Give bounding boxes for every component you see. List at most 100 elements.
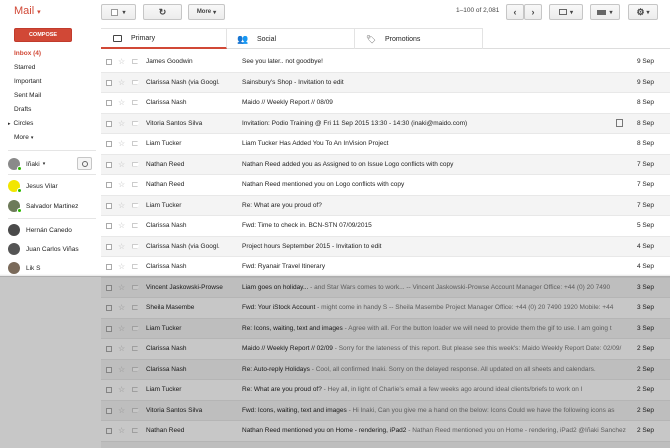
chat-contact[interactable]: Hernán Canedo bbox=[8, 220, 98, 240]
important-marker-icon[interactable] bbox=[132, 223, 139, 228]
star-icon[interactable]: ☆ bbox=[118, 406, 125, 415]
row-checkbox[interactable] bbox=[106, 161, 112, 168]
select-all-button[interactable]: ▾ bbox=[101, 4, 136, 20]
important-marker-icon[interactable] bbox=[132, 264, 139, 269]
email-row[interactable]: ☆ Sheila Masembe Fwd: Your iStock Account … bbox=[101, 298, 670, 319]
star-icon[interactable]: ☆ bbox=[118, 139, 125, 148]
email-row[interactable]: ☆ Vitoria Santos Silva Invitation: Podio T… bbox=[101, 113, 670, 134]
row-checkbox[interactable] bbox=[106, 264, 112, 270]
tab-primary[interactable]: Primary bbox=[101, 28, 227, 49]
star-icon[interactable]: ☆ bbox=[118, 283, 125, 292]
star-icon[interactable]: ☆ bbox=[118, 160, 125, 169]
star-icon[interactable]: ☆ bbox=[118, 78, 125, 87]
important-marker-icon[interactable] bbox=[132, 366, 139, 372]
important-marker-icon[interactable] bbox=[132, 120, 139, 126]
email-row[interactable]: ☆ Liam Tucker Liam Tucker Has Added You To… bbox=[101, 134, 670, 155]
row-checkbox[interactable] bbox=[106, 100, 112, 106]
email-row[interactable]: ☆ Nathan Reed Nathan Reed mentioned you on… bbox=[101, 421, 670, 442]
row-checkbox[interactable] bbox=[106, 243, 112, 250]
important-marker-icon[interactable] bbox=[132, 387, 139, 392]
email-row[interactable]: ☆ James Goodwin See you later.. not goodby… bbox=[101, 52, 670, 73]
row-checkbox[interactable] bbox=[106, 59, 112, 65]
star-icon[interactable]: ☆ bbox=[118, 324, 125, 333]
important-marker-icon[interactable] bbox=[132, 141, 139, 146]
star-icon[interactable]: ☆ bbox=[118, 57, 125, 66]
important-marker-icon[interactable] bbox=[132, 182, 139, 187]
row-checkbox[interactable] bbox=[106, 346, 112, 352]
row-checkbox[interactable] bbox=[106, 120, 112, 127]
important-marker-icon[interactable] bbox=[132, 305, 139, 310]
email-row[interactable]: ☆ Clarissa Nash Fwd: Time to check in. BCN… bbox=[101, 216, 670, 237]
star-icon[interactable]: ☆ bbox=[118, 221, 125, 230]
chat-search-button[interactable] bbox=[77, 157, 92, 170]
settings-button[interactable]: ⚙ ▾ bbox=[628, 4, 658, 20]
sidebar-item-inbox[interactable]: Inbox (4) bbox=[0, 47, 96, 60]
star-icon[interactable]: ☆ bbox=[118, 365, 125, 374]
row-checkbox[interactable] bbox=[106, 387, 112, 393]
star-icon[interactable]: ☆ bbox=[118, 385, 125, 394]
email-row[interactable]: ☆Liam TuckerRe: Barcelona trip!! - All s… bbox=[101, 441, 670, 448]
email-row[interactable]: ☆ Liam Tucker Re: What are you proud of? -… bbox=[101, 380, 670, 401]
important-marker-icon[interactable] bbox=[132, 407, 139, 413]
star-icon[interactable]: ☆ bbox=[118, 180, 125, 189]
chat-contact[interactable]: Juan Carlos Viñas bbox=[8, 239, 98, 259]
app-brand[interactable]: Mail ▾ bbox=[14, 5, 41, 17]
split-pane-button[interactable]: ▾ bbox=[549, 4, 583, 20]
next-page-button[interactable]: › bbox=[524, 4, 542, 20]
row-checkbox[interactable] bbox=[106, 141, 112, 147]
row-checkbox[interactable] bbox=[106, 428, 112, 434]
important-marker-icon[interactable] bbox=[132, 346, 139, 351]
important-marker-icon[interactable] bbox=[132, 243, 139, 249]
row-checkbox[interactable] bbox=[106, 223, 112, 229]
email-row[interactable]: ☆ Liam Tucker Re: Icons, waiting, text and… bbox=[101, 318, 670, 339]
important-marker-icon[interactable] bbox=[132, 202, 139, 208]
email-row[interactable]: ☆ Clarissa Nash (via Googl. Project hours … bbox=[101, 236, 670, 257]
star-icon[interactable]: ☆ bbox=[118, 119, 125, 128]
star-icon[interactable]: ☆ bbox=[118, 344, 125, 353]
important-marker-icon[interactable] bbox=[132, 100, 139, 105]
sidebar-item-sent-mail[interactable]: Sent Mail bbox=[0, 89, 96, 102]
star-icon[interactable]: ☆ bbox=[118, 201, 125, 210]
row-checkbox[interactable] bbox=[106, 182, 112, 188]
sidebar-item-important[interactable]: Important bbox=[0, 75, 96, 88]
sidebar-item-more[interactable]: More ▾ bbox=[0, 131, 96, 144]
star-icon[interactable]: ☆ bbox=[118, 98, 125, 107]
email-row[interactable]: ☆ Vincent Jaskowski-Prowse Liam goes on ho… bbox=[101, 277, 670, 298]
tab-social[interactable]: 👥 Social bbox=[227, 28, 355, 49]
star-icon[interactable]: ☆ bbox=[118, 426, 125, 435]
important-marker-icon[interactable] bbox=[132, 161, 139, 167]
important-marker-icon[interactable] bbox=[132, 428, 139, 433]
email-row[interactable]: ☆ Vitoria Santos Silva Fwd: Icons, waiting… bbox=[101, 400, 670, 421]
sidebar-item-circles[interactable]: ▸ Circles bbox=[0, 117, 96, 130]
row-checkbox[interactable] bbox=[106, 284, 112, 291]
chat-contact[interactable]: Jesus Vilar bbox=[8, 176, 98, 196]
star-icon[interactable]: ☆ bbox=[118, 262, 125, 271]
email-row[interactable]: ☆ Clarissa Nash Maido // Weekly Report // … bbox=[101, 93, 670, 114]
sidebar-item-drafts[interactable]: Drafts bbox=[0, 103, 96, 116]
important-marker-icon[interactable] bbox=[132, 325, 139, 331]
important-marker-icon[interactable] bbox=[132, 59, 139, 64]
row-checkbox[interactable] bbox=[106, 325, 112, 332]
star-icon[interactable]: ☆ bbox=[118, 242, 125, 251]
email-row[interactable]: ☆ Clarissa Nash Maido // Weekly Report // … bbox=[101, 339, 670, 360]
email-row[interactable]: ☆ Nathan Reed Nathan Reed added you as Ass… bbox=[101, 154, 670, 175]
important-marker-icon[interactable] bbox=[132, 284, 139, 290]
important-marker-icon[interactable] bbox=[132, 79, 139, 85]
more-button[interactable]: More ▾ bbox=[188, 4, 225, 20]
email-row[interactable]: ☆ Clarissa Nash (via Googl. Sainsbury's Sh… bbox=[101, 72, 670, 93]
prev-page-button[interactable]: ‹ bbox=[506, 4, 524, 20]
email-row[interactable]: ☆ Liam Tucker Re: What are you proud of? 7 … bbox=[101, 195, 670, 216]
row-checkbox[interactable] bbox=[106, 202, 112, 209]
tab-promotions[interactable]: 🏷 Promotions bbox=[355, 28, 483, 49]
input-tools-button[interactable]: ▾ bbox=[590, 4, 620, 20]
row-checkbox[interactable] bbox=[106, 305, 112, 311]
chat-contact[interactable]: Salvador Martinez bbox=[8, 196, 98, 216]
email-row[interactable]: ☆ Clarissa Nash Re: Auto-reply Holidays - … bbox=[101, 359, 670, 380]
row-checkbox[interactable] bbox=[106, 79, 112, 86]
row-checkbox[interactable] bbox=[106, 407, 112, 414]
sidebar-item-starred[interactable]: Starred bbox=[0, 61, 96, 74]
star-icon[interactable]: ☆ bbox=[118, 303, 125, 312]
email-row[interactable]: ☆ Nathan Reed Nathan Reed mentioned you on… bbox=[101, 175, 670, 196]
refresh-button[interactable]: ↻ bbox=[143, 4, 182, 20]
row-checkbox[interactable] bbox=[106, 366, 112, 373]
